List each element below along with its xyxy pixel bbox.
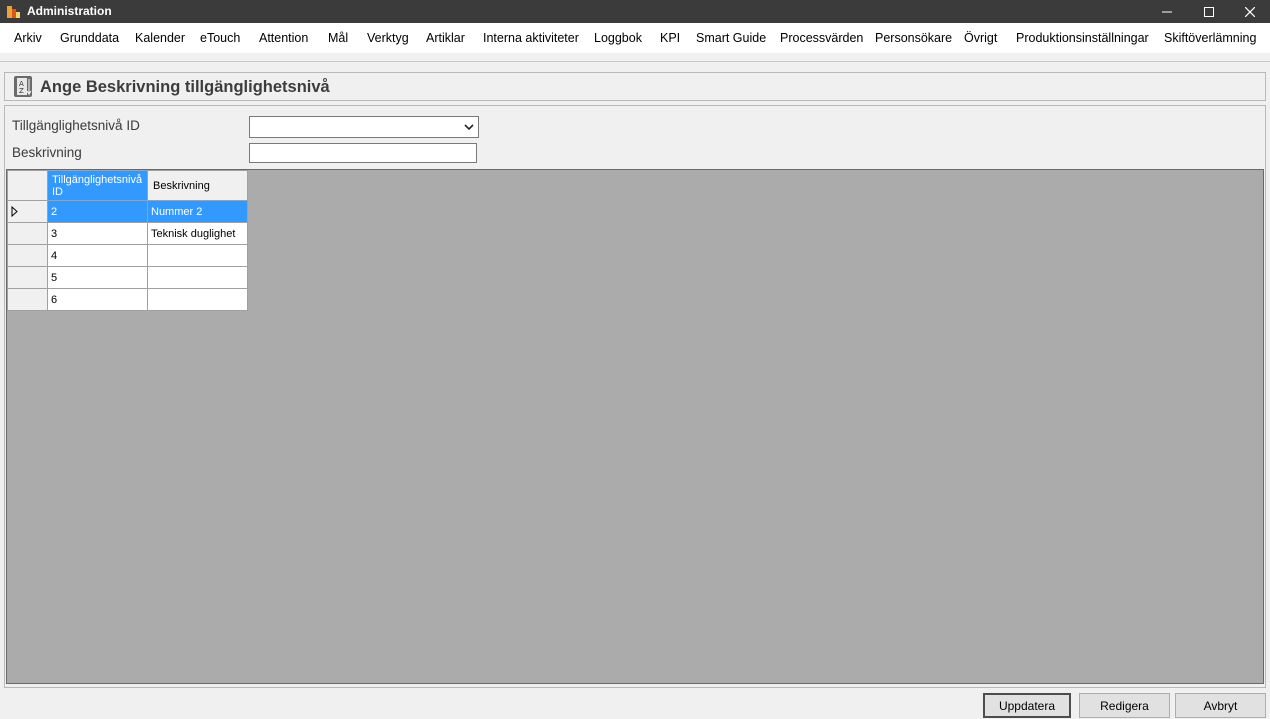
menu-smart-guide[interactable]: Smart Guide [696, 31, 766, 45]
menu-ovrigt[interactable]: Övrigt [964, 31, 997, 45]
menu-grunddata[interactable]: Grunddata [60, 31, 119, 45]
table-row[interactable]: 2 Nummer 2 [7, 200, 248, 223]
menu-kpi[interactable]: KPI [660, 31, 680, 45]
menu-attention[interactable]: Attention [259, 31, 308, 45]
table-row[interactable]: 5 [7, 266, 248, 289]
table-row[interactable]: 3 Teknisk duglighet [7, 222, 248, 245]
menu-personsokare[interactable]: Personsökare [875, 31, 952, 45]
menu-skiftoverlamning[interactable]: Skiftöverlämning [1164, 31, 1256, 45]
update-button[interactable]: Uppdatera [983, 693, 1071, 718]
menu-loggbok[interactable]: Loggbok [594, 31, 642, 45]
app-icon [7, 6, 20, 18]
cell-id[interactable]: 3 [47, 222, 148, 245]
cell-id[interactable]: 2 [47, 200, 148, 223]
menu-produktionsinstallningar[interactable]: Produktionsinställningar [1016, 31, 1149, 45]
menu-verktyg[interactable]: Verktyg [367, 31, 409, 45]
maximize-icon [1204, 6, 1214, 17]
window-title: Administration [27, 4, 112, 18]
id-label: Tillgänglighetsnivå ID [12, 118, 140, 133]
minimize-icon [1162, 11, 1172, 12]
menu-divider [0, 61, 1270, 62]
grid-table: Tillgänglighetsnivå ID Beskrivning 2 Num… [7, 170, 248, 311]
menu-etouch[interactable]: eTouch [200, 31, 240, 45]
cell-description[interactable] [147, 288, 248, 311]
edit-button[interactable]: Redigera [1079, 693, 1170, 718]
id-combobox[interactable] [249, 116, 479, 138]
table-row[interactable]: 6 [7, 288, 248, 311]
title-bar: Administration [0, 0, 1270, 23]
menu-interna-aktiviteter[interactable]: Interna aktiviteter [483, 31, 579, 45]
table-row[interactable]: 4 [7, 244, 248, 267]
page-title: Ange Beskrivning tillgänglighetsnivå [40, 78, 330, 96]
row-header[interactable] [7, 244, 48, 267]
cell-description[interactable] [147, 266, 248, 289]
maximize-button[interactable] [1188, 0, 1230, 23]
minimize-button[interactable] [1146, 0, 1188, 23]
current-row-arrow-icon [11, 206, 18, 217]
svg-text:Z: Z [19, 87, 24, 95]
cell-description[interactable] [147, 244, 248, 267]
menu-processvarden[interactable]: Processvärden [780, 31, 863, 45]
menu-arkiv[interactable]: Arkiv [14, 31, 42, 45]
cell-id[interactable]: 6 [47, 288, 148, 311]
menu-kalender[interactable]: Kalender [135, 31, 185, 45]
chevron-down-icon [464, 124, 474, 131]
menu-bar: Arkiv Grunddata Kalender eTouch Attentio… [0, 23, 1270, 53]
row-header[interactable] [7, 266, 48, 289]
az-sort-icon: A Z [14, 76, 32, 97]
description-label: Beskrivning [12, 145, 82, 160]
column-header-description[interactable]: Beskrivning [147, 170, 248, 201]
close-button[interactable] [1229, 0, 1270, 23]
close-icon [1245, 6, 1255, 17]
cancel-button[interactable]: Avbryt [1175, 693, 1266, 718]
data-grid[interactable]: Tillgänglighetsnivå ID Beskrivning 2 Num… [6, 169, 1264, 684]
cell-description[interactable]: Teknisk duglighet [147, 222, 248, 245]
page-header: A Z Ange Beskrivning tillgänglighetsnivå [4, 72, 1266, 101]
row-header[interactable] [7, 222, 48, 245]
cell-id[interactable]: 4 [47, 244, 148, 267]
cell-description[interactable]: Nummer 2 [147, 200, 248, 223]
grid-header-row: Tillgänglighetsnivå ID Beskrivning [7, 170, 248, 201]
grid-corner-header [7, 170, 48, 201]
row-header[interactable] [7, 288, 48, 311]
cell-id[interactable]: 5 [47, 266, 148, 289]
menu-artiklar[interactable]: Artiklar [426, 31, 465, 45]
description-input[interactable] [249, 143, 477, 163]
column-header-id[interactable]: Tillgänglighetsnivå ID [47, 170, 148, 201]
menu-mal[interactable]: Mål [328, 31, 348, 45]
row-header[interactable] [7, 200, 48, 223]
